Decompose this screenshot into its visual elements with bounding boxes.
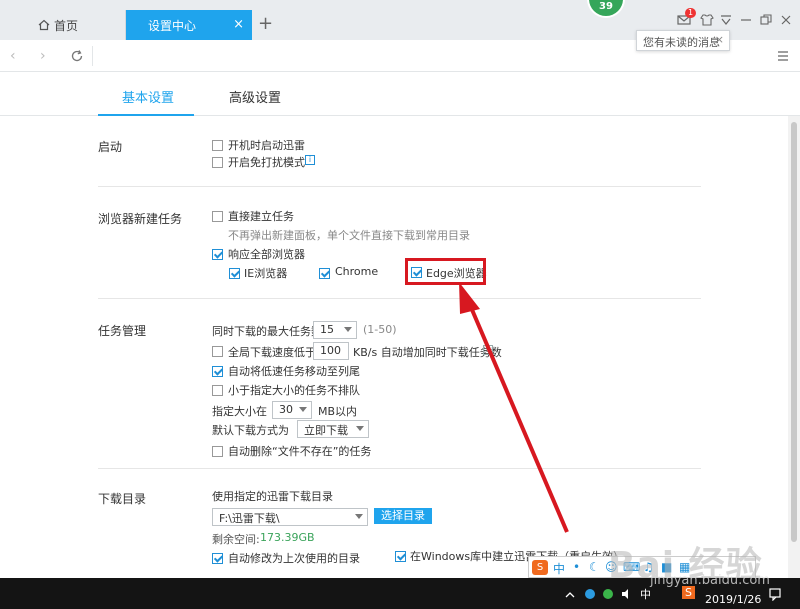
security-app-icon[interactable] [583,587,597,601]
tray-expand-icon[interactable] [563,588,577,602]
volume-icon[interactable] [620,587,634,601]
notification-center-icon[interactable] [768,587,782,601]
taskbar-ime-language[interactable]: 中 [640,586,651,602]
annotation-arrow-icon [459,282,569,533]
taskbar: jingyan.baidu.com 中 S 2019/1/26 [0,573,800,609]
ime-language[interactable]: 中 [553,560,565,577]
ime-punct-icon[interactable]: • [573,560,580,574]
wechat-icon[interactable] [602,587,616,601]
taskbar-ime-app-icon[interactable]: S [682,586,695,599]
ime-moon-icon[interactable]: ☾ [589,560,600,574]
ime-logo-icon[interactable]: S [532,560,548,575]
watermark-url: jingyan.baidu.com [650,573,770,588]
taskbar-date[interactable]: 2019/1/26 [705,593,761,606]
